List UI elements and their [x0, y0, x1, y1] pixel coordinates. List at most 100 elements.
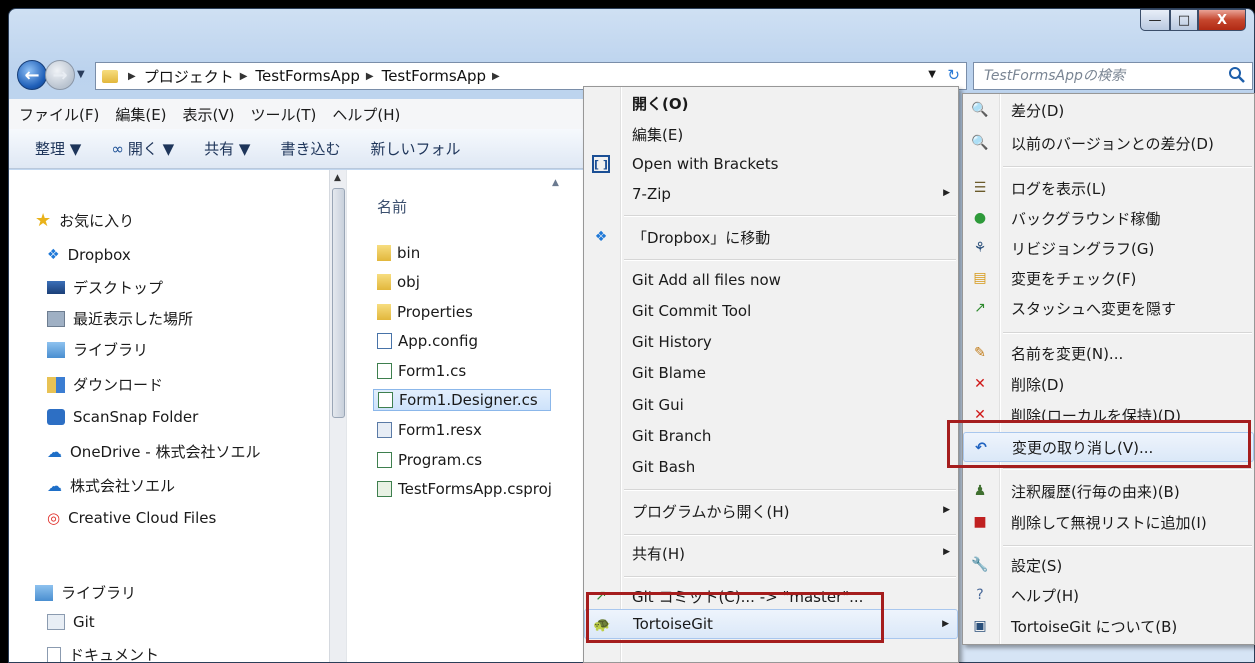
- nav-item-onedrive[interactable]: ☁ OneDrive - 株式会社ソエル: [47, 441, 260, 462]
- submenu-item-background[interactable]: ● バックグラウンド稼働: [963, 203, 1254, 233]
- nav-item-creative-cloud[interactable]: ◎ Creative Cloud Files: [47, 509, 216, 527]
- menu-separator: [624, 534, 956, 536]
- forward-button[interactable]: →: [45, 60, 75, 90]
- nav-scrollbar[interactable]: ▲: [329, 170, 346, 662]
- menu-item-git-branch[interactable]: Git Branch: [584, 421, 958, 451]
- submenu-item-delete[interactable]: ✕ 削除(D): [963, 369, 1254, 399]
- organize-button[interactable]: 整理 ▼: [35, 138, 81, 159]
- back-button[interactable]: ←: [17, 60, 47, 90]
- nav-item-documents[interactable]: ドキュメント: [47, 644, 159, 662]
- file-item[interactable]: App.config: [377, 332, 478, 350]
- open-button[interactable]: ∞ 開く ▼: [111, 138, 174, 159]
- submenu-item-diff-previous[interactable]: 🔍 以前のバージョンとの差分(D): [963, 128, 1254, 158]
- menu-help[interactable]: ヘルプ(H): [332, 104, 400, 125]
- share-button[interactable]: 共有 ▼: [204, 138, 250, 159]
- submenu-item-blame[interactable]: ♟ 注釈履歴(行毎の由来)(B): [963, 476, 1254, 506]
- submenu-item-revision-graph[interactable]: ⚘ リビジョングラフ(G): [963, 233, 1254, 263]
- file-item[interactable]: obj: [377, 273, 420, 291]
- git-library-icon: [47, 614, 65, 630]
- file-item[interactable]: bin: [377, 244, 420, 262]
- menu-label: 注釈履歴(行毎の由来)(B): [1011, 482, 1180, 501]
- nav-libraries[interactable]: ライブラリ: [35, 582, 136, 603]
- scrollbar-thumb[interactable]: [332, 188, 345, 418]
- maximize-button[interactable]: □: [1170, 9, 1198, 31]
- arrow-left-icon: ←: [24, 64, 40, 86]
- column-header-name[interactable]: 名前: [377, 196, 407, 217]
- menu-label: バックグラウンド稼働: [1011, 209, 1161, 228]
- menu-item-open[interactable]: 開く(O): [584, 88, 958, 118]
- submenu-item-add-ignore[interactable]: ■ 削除して無視リストに追加(I): [963, 507, 1254, 537]
- menu-label: ヘルプ(H): [1011, 586, 1079, 605]
- menu-label: 共有(H): [632, 544, 685, 563]
- dropbox-icon: ❖: [47, 247, 60, 263]
- menu-item-git-commit-tool[interactable]: Git Commit Tool: [584, 296, 958, 326]
- menu-label: プログラムから開く(H): [632, 502, 790, 521]
- file-item[interactable]: Program.cs: [377, 451, 482, 469]
- breadcrumb-item[interactable]: TestFormsApp: [382, 67, 486, 85]
- menu-item-edit[interactable]: 編集(E): [584, 119, 958, 149]
- menu-item-git-gui[interactable]: Git Gui: [584, 390, 958, 420]
- address-dropdown-icon[interactable]: ▼: [928, 69, 936, 80]
- breadcrumb-chevron-icon[interactable]: ▶: [128, 71, 136, 82]
- nav-item-git[interactable]: Git: [47, 613, 95, 631]
- file-item[interactable]: Properties: [377, 303, 473, 321]
- nav-label: ScanSnap Folder: [73, 408, 199, 426]
- breadcrumb-chevron-icon[interactable]: ▶: [366, 71, 374, 82]
- nav-item-dropbox[interactable]: ❖ Dropbox: [47, 246, 131, 264]
- breadcrumb-item[interactable]: TestFormsApp: [255, 67, 359, 85]
- menu-file[interactable]: ファイル(F): [19, 104, 99, 125]
- pencil-icon: ✎: [974, 345, 986, 361]
- menu-item-7zip[interactable]: 7-Zip ▶: [584, 179, 958, 209]
- menu-separator: [624, 576, 956, 578]
- file-item-selected[interactable]: Form1.Designer.cs: [373, 389, 551, 411]
- submenu-item-help[interactable]: ? ヘルプ(H): [963, 580, 1254, 610]
- close-button[interactable]: X: [1198, 9, 1246, 31]
- menu-tools[interactable]: ツール(T): [251, 104, 317, 125]
- minimize-button[interactable]: —: [1140, 9, 1170, 31]
- highlight-box-tortoisegit: [586, 592, 884, 643]
- cloud-icon: ☁: [47, 476, 62, 495]
- new-folder-button[interactable]: 新しいフォル: [370, 138, 460, 159]
- menu-item-git-add-all[interactable]: Git Add all files now: [584, 265, 958, 295]
- file-item[interactable]: Form1.cs: [377, 362, 466, 380]
- submenu-item-stash[interactable]: ↗ スタッシュへ変更を隠す: [963, 293, 1254, 323]
- nav-item-scansnap[interactable]: ScanSnap Folder: [47, 408, 198, 426]
- search-icon[interactable]: [1228, 66, 1246, 84]
- resx-file-icon: [377, 422, 392, 438]
- submenu-item-show-log[interactable]: ☰ ログを表示(L): [963, 173, 1254, 203]
- scroll-up-icon[interactable]: ▲: [334, 173, 341, 183]
- csproj-file-icon: [377, 481, 392, 497]
- nav-item-desktop[interactable]: デスクトップ: [47, 277, 163, 298]
- breadcrumb-item[interactable]: プロジェクト: [144, 66, 234, 87]
- menu-item-git-history[interactable]: Git History: [584, 327, 958, 357]
- submenu-item-check-changes[interactable]: ▤ 変更をチェック(F): [963, 263, 1254, 293]
- menu-item-git-bash[interactable]: Git Bash: [584, 452, 958, 482]
- breadcrumb-chevron-icon[interactable]: ▶: [492, 71, 500, 82]
- search-box[interactable]: [973, 62, 1253, 90]
- nav-favorites[interactable]: ★ お気に入り: [35, 210, 134, 231]
- history-dropdown-icon[interactable]: ▼: [77, 69, 85, 80]
- file-item[interactable]: TestFormsApp.csproj: [377, 480, 552, 498]
- submenu-item-about[interactable]: ▣ TortoiseGit について(B): [963, 611, 1254, 641]
- refresh-icon[interactable]: ↻: [947, 66, 960, 84]
- menu-item-share[interactable]: 共有(H) ▶: [584, 538, 958, 568]
- menu-view[interactable]: 表示(V): [183, 104, 235, 125]
- nav-item-recent[interactable]: 最近表示した場所: [47, 308, 193, 329]
- submenu-arrow-icon: ▶: [943, 547, 950, 557]
- submenu-item-settings[interactable]: 🔧 設定(S): [963, 550, 1254, 580]
- file-item[interactable]: Form1.resx: [377, 421, 482, 439]
- breadcrumb-chevron-icon[interactable]: ▶: [240, 71, 248, 82]
- submenu-item-rename[interactable]: ✎ 名前を変更(N)...: [963, 338, 1254, 368]
- menu-edit[interactable]: 編集(E): [115, 104, 166, 125]
- nav-item-downloads[interactable]: ダウンロード: [47, 374, 163, 395]
- menu-item-open-brackets[interactable]: [ ] Open with Brackets: [584, 149, 958, 179]
- menu-separator: [1003, 332, 1252, 334]
- search-input[interactable]: [982, 67, 1217, 85]
- burn-button[interactable]: 書き込む: [280, 138, 340, 159]
- menu-item-dropbox[interactable]: ❖ 「Dropbox」に移動: [584, 222, 958, 252]
- menu-item-git-blame[interactable]: Git Blame: [584, 358, 958, 388]
- nav-item-library[interactable]: ライブラリ: [47, 339, 148, 360]
- nav-item-company[interactable]: ☁ 株式会社ソエル: [47, 475, 175, 496]
- submenu-item-diff[interactable]: 🔍 差分(D): [963, 95, 1254, 125]
- menu-item-open-with[interactable]: プログラムから開く(H) ▶: [584, 496, 958, 526]
